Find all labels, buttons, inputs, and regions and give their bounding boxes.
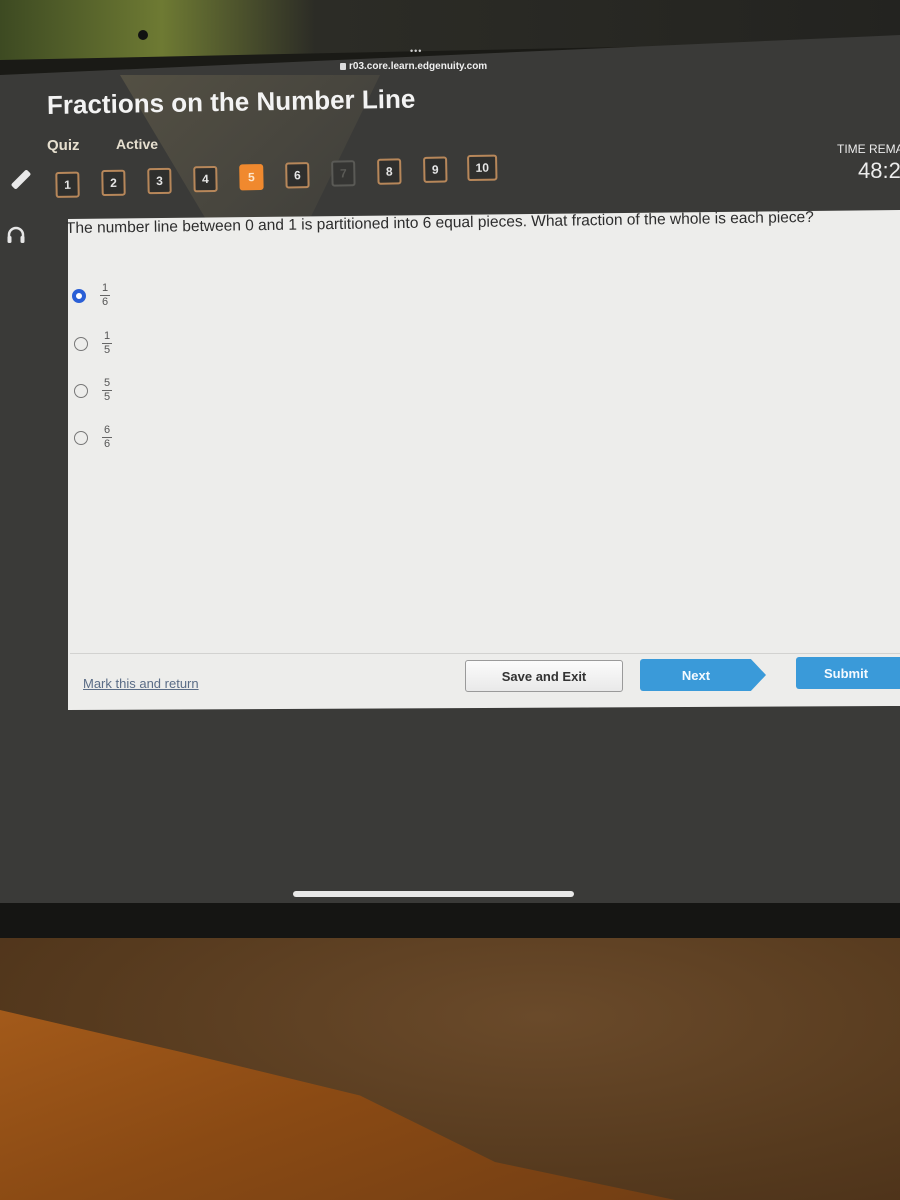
denominator: 6 [103,438,111,450]
question-panel [68,210,900,710]
question-button-5[interactable]: 5 [239,164,264,191]
denominator: 5 [103,391,111,403]
mark-and-return-link[interactable]: Mark this and return [83,676,199,691]
question-button-7: 7 [331,160,356,187]
radio-button-selected[interactable] [72,288,86,303]
question-button-4[interactable]: 4 [193,165,218,193]
browser-menu-dots[interactable]: ••• [410,46,422,56]
answer-option-3[interactable]: 5 5 [74,378,112,403]
question-button-10[interactable]: 10 [467,154,498,182]
denominator: 6 [101,296,109,308]
headphones-icon[interactable] [6,226,26,244]
footer-divider [70,653,900,654]
fraction: 5 5 [102,378,112,403]
home-indicator[interactable] [293,891,574,897]
time-remaining-value: 48:2 [858,158,900,183]
submit-button[interactable]: Submit [796,657,900,689]
answer-option-4[interactable]: 6 6 [74,425,112,450]
answer-option-2[interactable]: 1 5 [74,331,112,356]
url-text: r03.core.learn.edgenuity.com [349,61,488,72]
fraction: 1 6 [100,283,110,308]
time-remaining-label: TIME REMA [837,142,900,156]
activity-type-label: Quiz [47,137,80,154]
page-title: Fractions on the Number Line [46,83,416,120]
save-and-exit-button[interactable]: Save and Exit [465,660,623,692]
status-label: Active [116,136,159,152]
lock-icon [340,62,346,70]
numerator: 1 [101,282,109,294]
radio-button[interactable] [74,430,88,445]
next-button[interactable]: Next [640,659,766,691]
radio-button[interactable] [74,383,88,398]
fraction: 1 5 [102,331,112,356]
answer-option-1[interactable]: 1 6 [72,283,110,308]
denominator: 5 [103,344,111,356]
numerator: 6 [103,424,111,436]
question-button-9[interactable]: 9 [423,156,448,183]
radio-button[interactable] [74,336,88,351]
fraction: 6 6 [102,425,112,450]
camera [138,30,148,40]
question-button-3[interactable]: 3 [147,167,172,195]
numerator: 5 [103,377,111,389]
question-button-2[interactable]: 2 [101,169,126,197]
device-bezel-bottom [0,903,900,938]
address-bar[interactable]: r03.core.learn.edgenuity.com [340,61,487,72]
numerator: 1 [103,330,111,342]
question-button-1[interactable]: 1 [55,171,80,198]
question-button-6[interactable]: 6 [285,162,310,189]
question-button-8[interactable]: 8 [377,158,402,185]
